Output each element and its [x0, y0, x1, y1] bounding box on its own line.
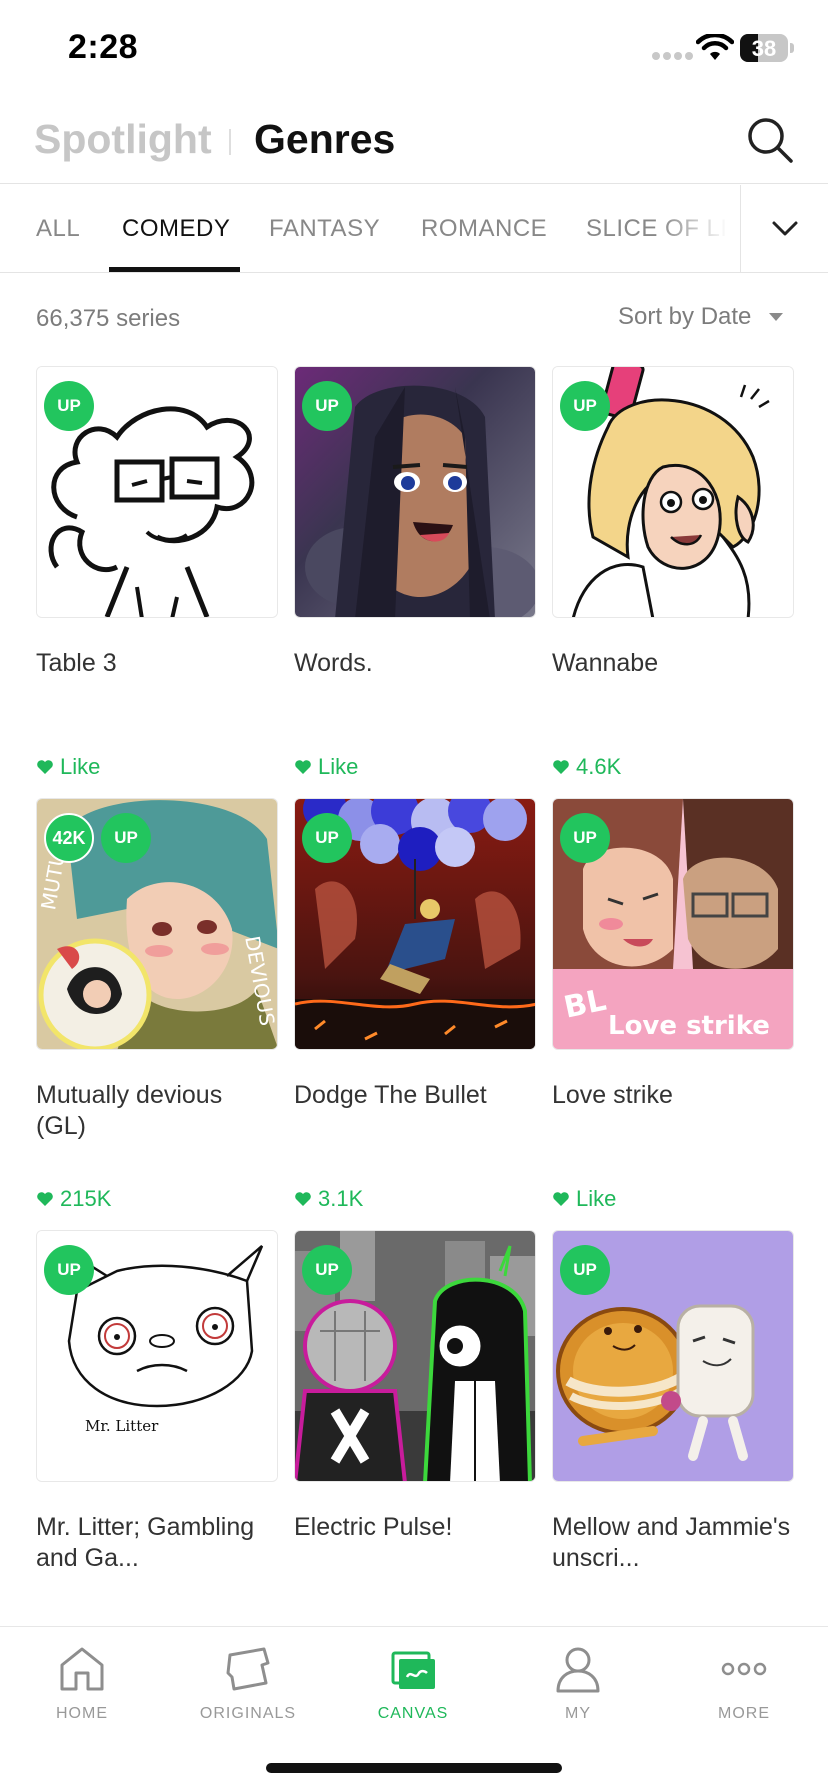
series-count: 66,375 series — [36, 305, 181, 332]
chevron-down-icon — [772, 221, 798, 236]
canvas-icon — [391, 1651, 435, 1689]
signal-icon — [652, 52, 693, 60]
popularity-badge: 42K — [44, 813, 94, 863]
series-title[interactable]: Love strike — [552, 1080, 794, 1111]
series-card[interactable]: UP Mellow and Jammie's unscri... — [552, 1230, 794, 1650]
series-title[interactable]: Dodge The Bullet — [294, 1080, 536, 1111]
heart-icon — [37, 1192, 53, 1206]
heart-icon — [37, 760, 53, 774]
series-card[interactable]: MUTUAL DEVIOUS 42K UP Mutually devious (… — [36, 798, 278, 1218]
nav-more[interactable]: MORE — [674, 1643, 814, 1743]
search-icon[interactable] — [744, 114, 796, 166]
series-card[interactable]: UP Dodge The Bullet 3.1K — [294, 798, 536, 1218]
tab-genres[interactable]: Genres — [254, 116, 395, 163]
thumb-text-mr-litter: Mr. Litter — [85, 1417, 159, 1435]
heart-icon — [553, 760, 569, 774]
like-count-text: 215K — [60, 1186, 112, 1211]
heart-icon — [295, 1192, 311, 1206]
genre-active-indicator — [109, 267, 240, 272]
nav-label-originals: ORIGINALS — [199, 1705, 297, 1722]
series-thumbnail[interactable]: BL Love strike UP — [552, 798, 794, 1050]
genre-fade — [660, 185, 740, 272]
up-badge: UP — [560, 381, 610, 431]
nav-label-my: MY — [565, 1705, 591, 1722]
series-thumbnail[interactable]: UP — [36, 366, 278, 618]
heart-icon — [295, 760, 311, 774]
like-count-text: Like — [318, 754, 359, 779]
home-indicator — [266, 1763, 562, 1773]
home-icon — [60, 1647, 104, 1691]
like-count-text: Like — [60, 754, 101, 779]
heart-icon — [553, 1192, 569, 1206]
top-header: Spotlight Genres — [0, 96, 828, 184]
genre-expand-button[interactable] — [740, 185, 828, 272]
originals-icon — [226, 1647, 270, 1691]
genre-tab-all[interactable]: ALL — [36, 215, 80, 243]
profile-icon — [556, 1647, 600, 1693]
series-card[interactable]: Mr. Litter UP Mr. Litter; Gambling and G… — [36, 1230, 278, 1650]
series-thumbnail[interactable]: UP — [552, 1230, 794, 1482]
up-badge: UP — [101, 813, 151, 863]
like-count: Like — [36, 754, 100, 780]
sort-caret-icon[interactable] — [769, 313, 783, 321]
nav-label-canvas: CANVAS — [377, 1705, 449, 1722]
like-count: 4.6K — [552, 754, 621, 780]
series-thumbnail[interactable]: UP — [294, 1230, 536, 1482]
series-title[interactable]: Table 3 — [36, 648, 278, 679]
like-count-text: Like — [576, 1186, 617, 1211]
up-badge: UP — [302, 813, 352, 863]
up-badge: UP — [44, 1245, 94, 1295]
like-count: Like — [294, 754, 358, 780]
tab-spotlight[interactable]: Spotlight — [34, 116, 212, 163]
series-card[interactable]: UP Electric Pulse! — [294, 1230, 536, 1650]
like-count-text: 4.6K — [576, 754, 622, 779]
battery-cap — [790, 43, 794, 53]
genre-tab-comedy[interactable]: COMEDY — [122, 215, 230, 243]
series-title[interactable]: Words. — [294, 648, 536, 679]
thumb-text-love-strike: Love strike — [608, 1011, 770, 1041]
wifi-icon — [696, 34, 734, 60]
nav-canvas[interactable]: CANVAS — [343, 1643, 483, 1743]
nav-label-more: MORE — [718, 1705, 770, 1722]
up-badge: UP — [560, 1245, 610, 1295]
series-card[interactable]: UP Words. Like — [294, 366, 536, 786]
up-badge: UP — [560, 813, 610, 863]
series-card[interactable]: BL Love strike UP Love strike Like — [552, 798, 794, 1218]
genre-tab-fantasy[interactable]: FANTASY — [269, 215, 380, 243]
status-bar: 2:28 38 — [0, 0, 828, 96]
battery-icon: 38 — [740, 34, 788, 62]
header-divider — [229, 129, 231, 155]
series-thumbnail[interactable]: UP — [294, 366, 536, 618]
nav-originals[interactable]: ORIGINALS — [178, 1643, 318, 1743]
series-title[interactable]: Mellow and Jammie's unscri... — [552, 1512, 794, 1574]
nav-my[interactable]: MY — [508, 1643, 648, 1743]
series-title[interactable]: Electric Pulse! — [294, 1512, 536, 1543]
up-badge: UP — [302, 381, 352, 431]
series-thumbnail[interactable]: UP — [294, 798, 536, 1050]
genre-tab-romance[interactable]: ROMANCE — [421, 215, 547, 243]
like-count: Like — [552, 1186, 616, 1212]
sort-dropdown[interactable]: Sort by Date — [618, 303, 751, 331]
up-badge: UP — [44, 381, 94, 431]
series-title[interactable]: Mutually devious (GL) — [36, 1080, 278, 1142]
series-title[interactable]: Wannabe — [552, 648, 794, 679]
nav-home[interactable]: HOME — [12, 1643, 152, 1743]
up-badge: UP — [302, 1245, 352, 1295]
series-card[interactable]: UP Wannabe 4.6K — [552, 366, 794, 786]
status-time: 2:28 — [68, 28, 139, 66]
series-thumbnail[interactable]: Mr. Litter UP — [36, 1230, 278, 1482]
like-count: 215K — [36, 1186, 111, 1212]
more-icon — [721, 1662, 767, 1676]
series-card[interactable]: UP Table 3 Like — [36, 366, 278, 786]
like-count: 3.1K — [294, 1186, 363, 1212]
battery-level: 38 — [751, 36, 777, 61]
series-thumbnail[interactable]: UP — [552, 366, 794, 618]
series-title[interactable]: Mr. Litter; Gambling and Ga... — [36, 1512, 278, 1574]
like-count-text: 3.1K — [318, 1186, 364, 1211]
series-thumbnail[interactable]: MUTUAL DEVIOUS 42K UP — [36, 798, 278, 1050]
genre-tab-bar: ALL COMEDY FANTASY ROMANCE SLICE OF LIFE — [0, 185, 828, 273]
nav-label-home: HOME — [56, 1705, 108, 1722]
